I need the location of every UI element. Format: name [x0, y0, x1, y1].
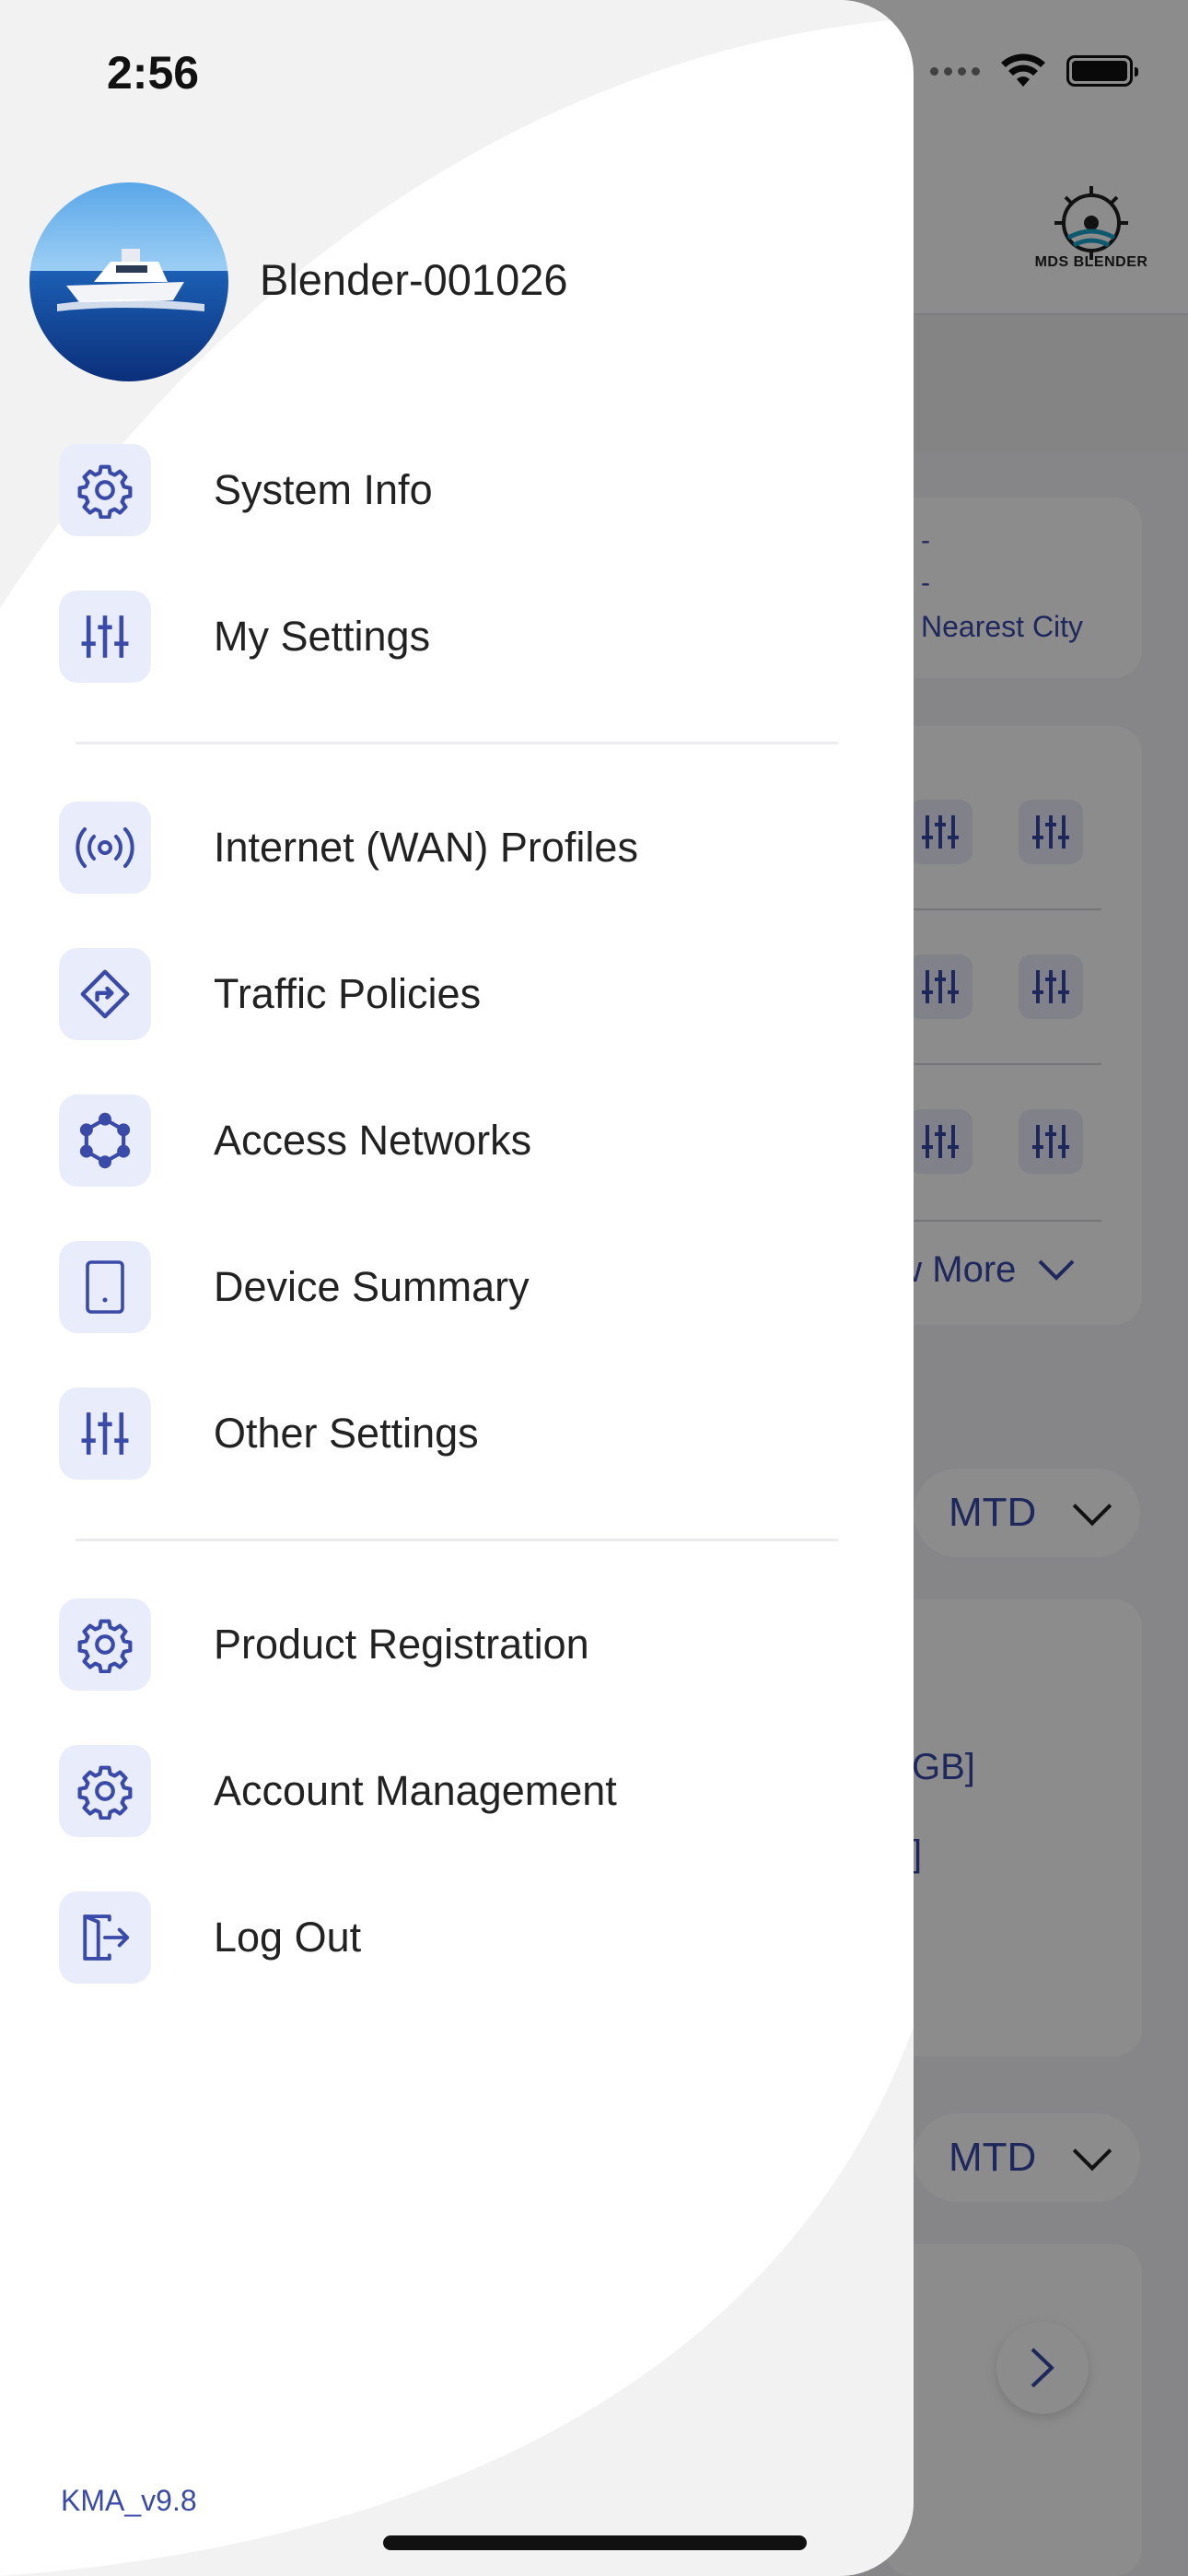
menu-item-account-management[interactable]: Account Management	[59, 1745, 851, 1837]
menu-item-my-settings[interactable]: My Settings	[59, 591, 851, 683]
menu-divider	[76, 1539, 838, 1541]
logout-icon	[59, 1891, 151, 1984]
gear-icon	[59, 1598, 151, 1691]
navigation-drawer: 2:56 Blender-001026 System Info My Setti…	[0, 0, 914, 2576]
sliders-icon	[59, 591, 151, 683]
menu-item-label: System Info	[214, 466, 433, 513]
broadcast-icon	[59, 802, 151, 894]
gear-icon	[59, 1745, 151, 1837]
menu-item-label: Account Management	[214, 1767, 617, 1814]
menu-item-log-out[interactable]: Log Out	[59, 1891, 851, 1984]
profile-name: Blender-001026	[260, 255, 568, 304]
tablet-icon	[59, 1241, 151, 1333]
menu-item-other-settings[interactable]: Other Settings	[59, 1388, 851, 1480]
menu-divider	[76, 742, 838, 744]
menu-item-label: Device Summary	[214, 1263, 530, 1310]
avatar[interactable]	[29, 182, 228, 381]
menu-item-label: Product Registration	[214, 1621, 589, 1668]
route-diamond-icon	[59, 948, 151, 1040]
menu-item-product-registration[interactable]: Product Registration	[59, 1598, 851, 1691]
menu-item-label: Access Networks	[214, 1117, 532, 1164]
menu-item-device-summary[interactable]: Device Summary	[59, 1241, 851, 1333]
home-indicator[interactable]	[383, 2535, 807, 2550]
menu-item-internet-wan-profiles[interactable]: Internet (WAN) Profiles	[59, 802, 851, 894]
sliders-icon	[59, 1388, 151, 1480]
app-version: KMA_v9.8	[61, 2484, 197, 2517]
menu-item-access-networks[interactable]: Access Networks	[59, 1095, 851, 1187]
menu-item-label: Other Settings	[214, 1410, 479, 1457]
menu-item-system-info[interactable]: System Info	[59, 444, 851, 536]
menu-item-traffic-policies[interactable]: Traffic Policies	[59, 948, 851, 1040]
menu-item-label: My Settings	[214, 613, 431, 660]
menu-item-label: Traffic Policies	[214, 970, 482, 1017]
gear-icon	[59, 444, 151, 536]
menu-item-label: Internet (WAN) Profiles	[214, 824, 638, 871]
network-hexagon-icon	[59, 1095, 151, 1187]
menu-item-label: Log Out	[214, 1914, 362, 1961]
status-time: 2:56	[107, 47, 200, 99]
